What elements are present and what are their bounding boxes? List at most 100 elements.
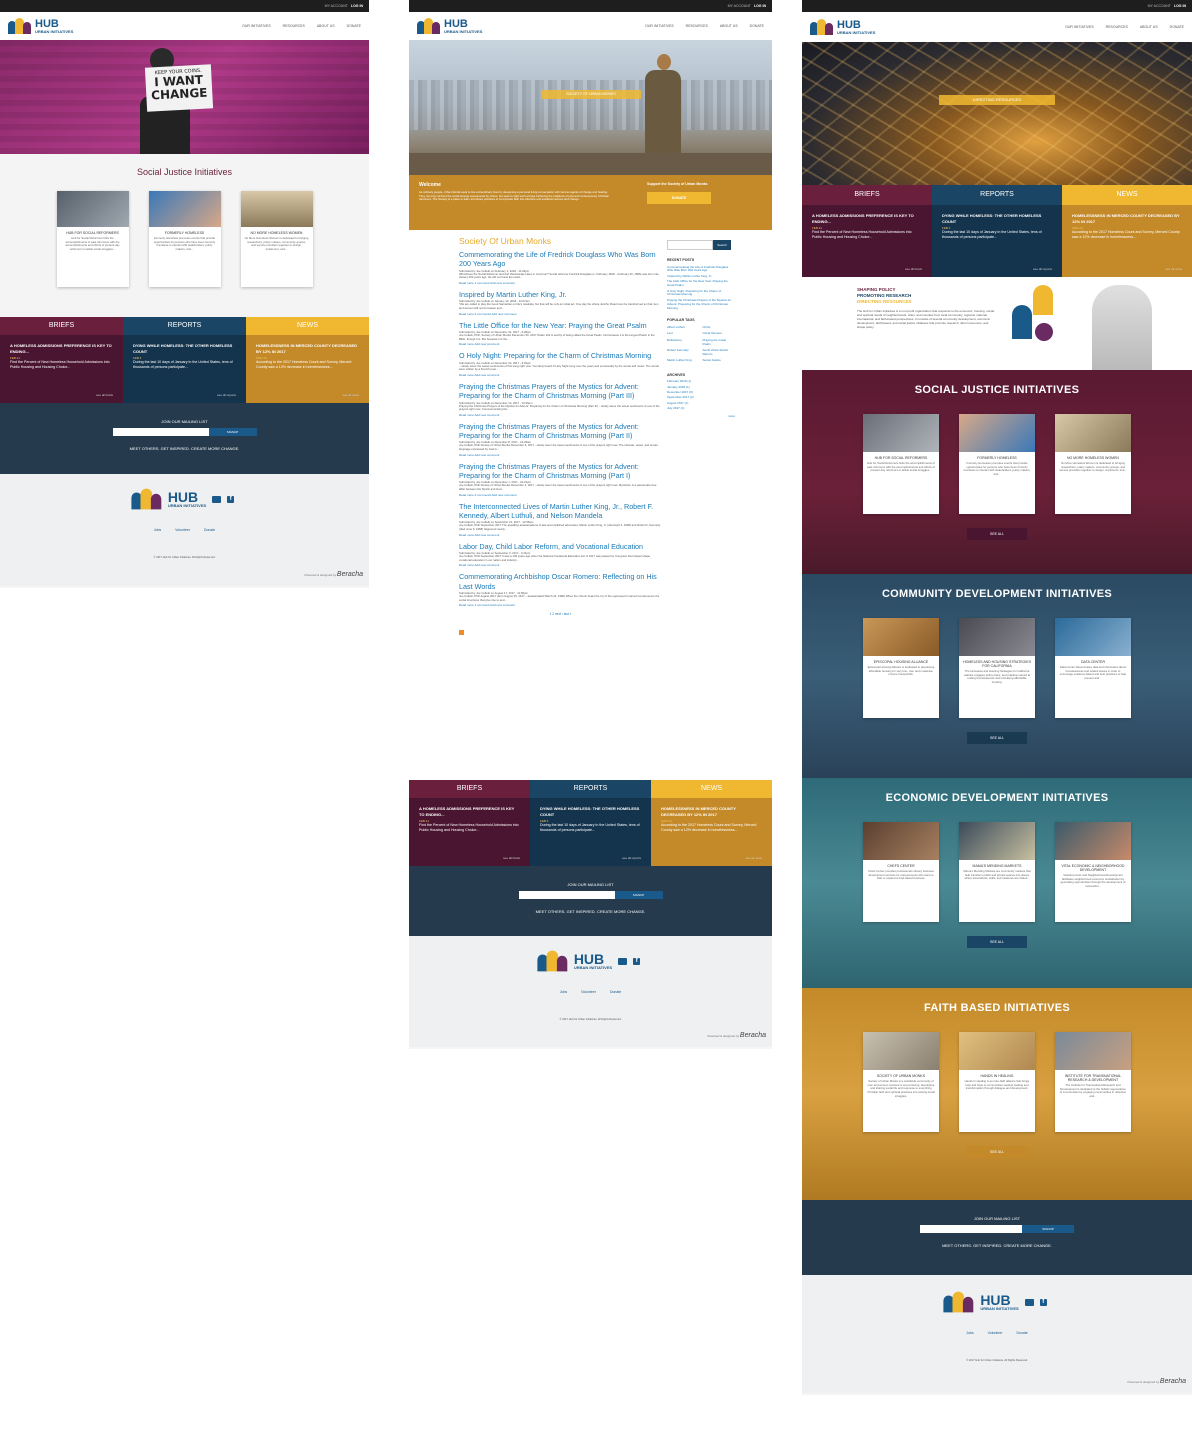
see-all-news-link[interactable]: see all news	[1165, 267, 1182, 271]
post-links[interactable]: Read more Add new comment	[459, 342, 662, 346]
logo[interactable]: HUB URBAN INITIATIVES	[417, 18, 482, 34]
archive-link[interactable]: July 2017 (1)	[667, 406, 735, 411]
footer-donate-link[interactable]: Donate	[204, 528, 215, 532]
footer-logo[interactable]: HUB URBAN INITIATIVES	[131, 488, 206, 510]
news-title[interactable]: HOMELESSNESS IN MERCED COUNTY DECREASED …	[256, 343, 359, 354]
footer-donate-link[interactable]: Donate	[1016, 1331, 1027, 1335]
nav-donate[interactable]: DONATE	[750, 24, 764, 28]
brief-title[interactable]: A HOMELESS ADMISSIONS PREFERENCE IS KEY …	[10, 343, 113, 354]
see-all-reports-link[interactable]: see all reports	[622, 856, 641, 860]
initiative-card[interactable]: NO MORE HOMELESS WOMEN No More Homeless …	[240, 191, 313, 287]
post-links[interactable]: Read more 6 comments Add new comment	[459, 312, 662, 316]
signup-button[interactable]: SIGNUP	[614, 891, 663, 899]
report-title[interactable]: DYING WHILE HOMELESS: THE OTHER HOMELESS…	[942, 213, 1052, 224]
footer-donate-link[interactable]: Donate	[610, 990, 621, 994]
signup-button[interactable]: SIGNUP	[1022, 1225, 1074, 1233]
post-title[interactable]: Praying the Christmas Prayers of the Mys…	[459, 462, 662, 481]
initiative-card[interactable]: FORMERLY HOMELESS Formerly Homeless prom…	[148, 191, 221, 287]
nav-donate[interactable]: DONATE	[347, 24, 361, 28]
initiative-card[interactable]: DATA CENTER Data Center disseminates data…	[1055, 618, 1131, 718]
see-all-news-link[interactable]: see all news	[342, 393, 359, 397]
facebook-icon[interactable]: f	[1039, 1298, 1047, 1306]
mail-icon[interactable]	[1024, 1298, 1034, 1306]
tag-link[interactable]: Oscar Romero	[703, 331, 736, 336]
see-all-news-link[interactable]: see all news	[745, 856, 762, 860]
post-links[interactable]: Read more Add new comment	[459, 373, 662, 377]
post-links[interactable]: Read more 1 comment Add new comment	[459, 281, 662, 285]
post-title[interactable]: Praying the Christmas Prayers of the Mys…	[459, 382, 662, 401]
archive-link[interactable]: September 2017 (2)	[667, 396, 735, 400]
initiative-card[interactable]: MAMA'S MENDING MARKETS Mama's Mending Mar…	[959, 822, 1035, 922]
nav-our-initiatives[interactable]: OUR INITIATIVES	[645, 24, 674, 28]
recent-post-link[interactable]: Praying the Christmas Prayers of the Mys…	[667, 298, 735, 311]
tag-link[interactable]: Reflections	[667, 338, 700, 347]
initiative-card[interactable]: HANDS IN HEALING Hands In Healing is an i…	[959, 1032, 1035, 1132]
post-title[interactable]: Commemorating the Life of Fredrick Dougl…	[459, 250, 662, 269]
initiative-card[interactable]: HUB FOR SOCIAL REFORMERS Hub for Social R…	[863, 414, 939, 514]
post-links[interactable]: Read more Add new comment	[459, 563, 662, 567]
post-links[interactable]: Read more Add new comment	[459, 453, 662, 457]
post-title[interactable]: Praying the Christmas Prayers of the Mys…	[459, 422, 662, 441]
footer-jobs-link[interactable]: Jobs	[560, 990, 567, 994]
login-link[interactable]: LOG IN	[351, 4, 363, 8]
tag-link[interactable]: Robert Kennedy	[667, 348, 700, 357]
brief-title[interactable]: A HOMELESS ADMISSIONS PREFERENCE IS KEY …	[812, 213, 922, 224]
nav-our-initiatives[interactable]: OUR INITIATIVES	[242, 24, 271, 28]
my-account-link[interactable]: MY ACCOUNT	[1148, 4, 1171, 8]
initiative-card[interactable]: VITAL ECONOMIC & NEIGHBORHOOD DEVELOPMEN…	[1055, 822, 1131, 922]
tag-link[interactable]: Praying the Great Psalm	[703, 338, 736, 347]
news-title[interactable]: HOMELESSNESS IN MERCED COUNTY DECREASED …	[1072, 213, 1182, 224]
tag-link[interactable]: Martin Luther King	[667, 358, 700, 363]
recent-post-link[interactable]: O Holy Night: Preparing for the Charm of…	[667, 289, 735, 298]
footer-jobs-link[interactable]: Jobs	[966, 1331, 973, 1335]
archive-link[interactable]: August 2017 (1)	[667, 401, 735, 406]
login-link[interactable]: LOG IN	[1174, 4, 1186, 8]
post-title[interactable]: Labor Day, Child Labor Reform, and Vocat…	[459, 542, 662, 551]
nav-resources[interactable]: RESOURCES	[1106, 25, 1128, 29]
initiative-card[interactable]: NO MORE HOMELESS WOMEN No More Homeless W…	[1055, 414, 1131, 514]
news-title[interactable]: HOMELESSNESS IN MERCED COUNTY DECREASED …	[661, 806, 762, 817]
powered-by[interactable]: Powered & designed by Beracha	[1127, 1378, 1186, 1385]
facebook-icon[interactable]: f	[227, 495, 235, 503]
see-all-briefs-link[interactable]: see all briefs	[96, 393, 113, 397]
tag-link[interactable]: Albert Luthuli	[667, 325, 700, 330]
archive-link[interactable]: January 2018 (1)	[667, 385, 735, 390]
initiative-card[interactable]: CHEFS CENTER Chefs Center provides profes…	[863, 822, 939, 922]
initiative-card[interactable]: EPISCOPAL HOUSING ALLIANCE Episcopal Hous…	[863, 618, 939, 718]
footer-volunteer-link[interactable]: Volunteer	[175, 528, 190, 532]
post-links[interactable]: Read more 4 comments Add new comment	[459, 493, 662, 497]
nav-about-us[interactable]: ABOUT US	[720, 24, 738, 28]
donate-button[interactable]: DONATE	[647, 192, 711, 204]
rss-icon[interactable]	[459, 630, 464, 636]
see-all-briefs-link[interactable]: see all briefs	[503, 856, 520, 860]
tag-link[interactable]: South Africa Social Reform	[703, 348, 736, 357]
facebook-icon[interactable]: f	[633, 957, 641, 965]
see-all-button[interactable]: SEE ALL	[967, 936, 1027, 948]
recent-post-link[interactable]: The Little Office for the New Year: Pray…	[667, 279, 735, 288]
email-input[interactable]	[112, 428, 209, 436]
recent-post-link[interactable]: Commemorating the Life of Fredrick Dougl…	[667, 265, 735, 274]
tag-link[interactable]: Christ	[703, 325, 736, 330]
recent-post-link[interactable]: Inspired by Martin Luther King, Jr.	[667, 274, 735, 279]
post-links[interactable]: Read more Add new comment	[459, 413, 662, 417]
initiative-card[interactable]: HUB FOR SOCIAL REFORMERS Hub for Social …	[56, 191, 129, 287]
footer-logo[interactable]: HUB URBAN INITIATIVES	[537, 950, 612, 972]
post-title[interactable]: The Little Office for the New Year: Pray…	[459, 321, 662, 330]
post-title[interactable]: Inspired by Martin Luther King, Jr.	[459, 290, 662, 299]
post-title[interactable]: O Holy Night: Preparing for the Charm of…	[459, 351, 662, 360]
login-link[interactable]: LOG IN	[754, 4, 766, 8]
see-all-button[interactable]: SEE ALL	[967, 1146, 1027, 1158]
report-title[interactable]: DYING WHILE HOMELESS: THE OTHER HOMELESS…	[133, 343, 236, 354]
archive-link[interactable]: December 2017 (6)	[667, 390, 735, 395]
archive-link[interactable]: February 2018 (1)	[667, 379, 735, 384]
powered-by[interactable]: Powered & designed by Beracha	[707, 1032, 766, 1039]
footer-volunteer-link[interactable]: Volunteer	[988, 1331, 1003, 1335]
email-input[interactable]	[518, 891, 615, 899]
nav-our-initiatives[interactable]: OUR INITIATIVES	[1065, 25, 1094, 29]
my-account-link[interactable]: MY ACCOUNT	[325, 4, 348, 8]
post-links[interactable]: Read more Add new comment	[459, 533, 662, 537]
search-button[interactable]: Search	[713, 240, 731, 250]
footer-volunteer-link[interactable]: Volunteer	[581, 990, 596, 994]
my-account-link[interactable]: MY ACCOUNT	[728, 4, 751, 8]
nav-about-us[interactable]: ABOUT US	[317, 24, 335, 28]
